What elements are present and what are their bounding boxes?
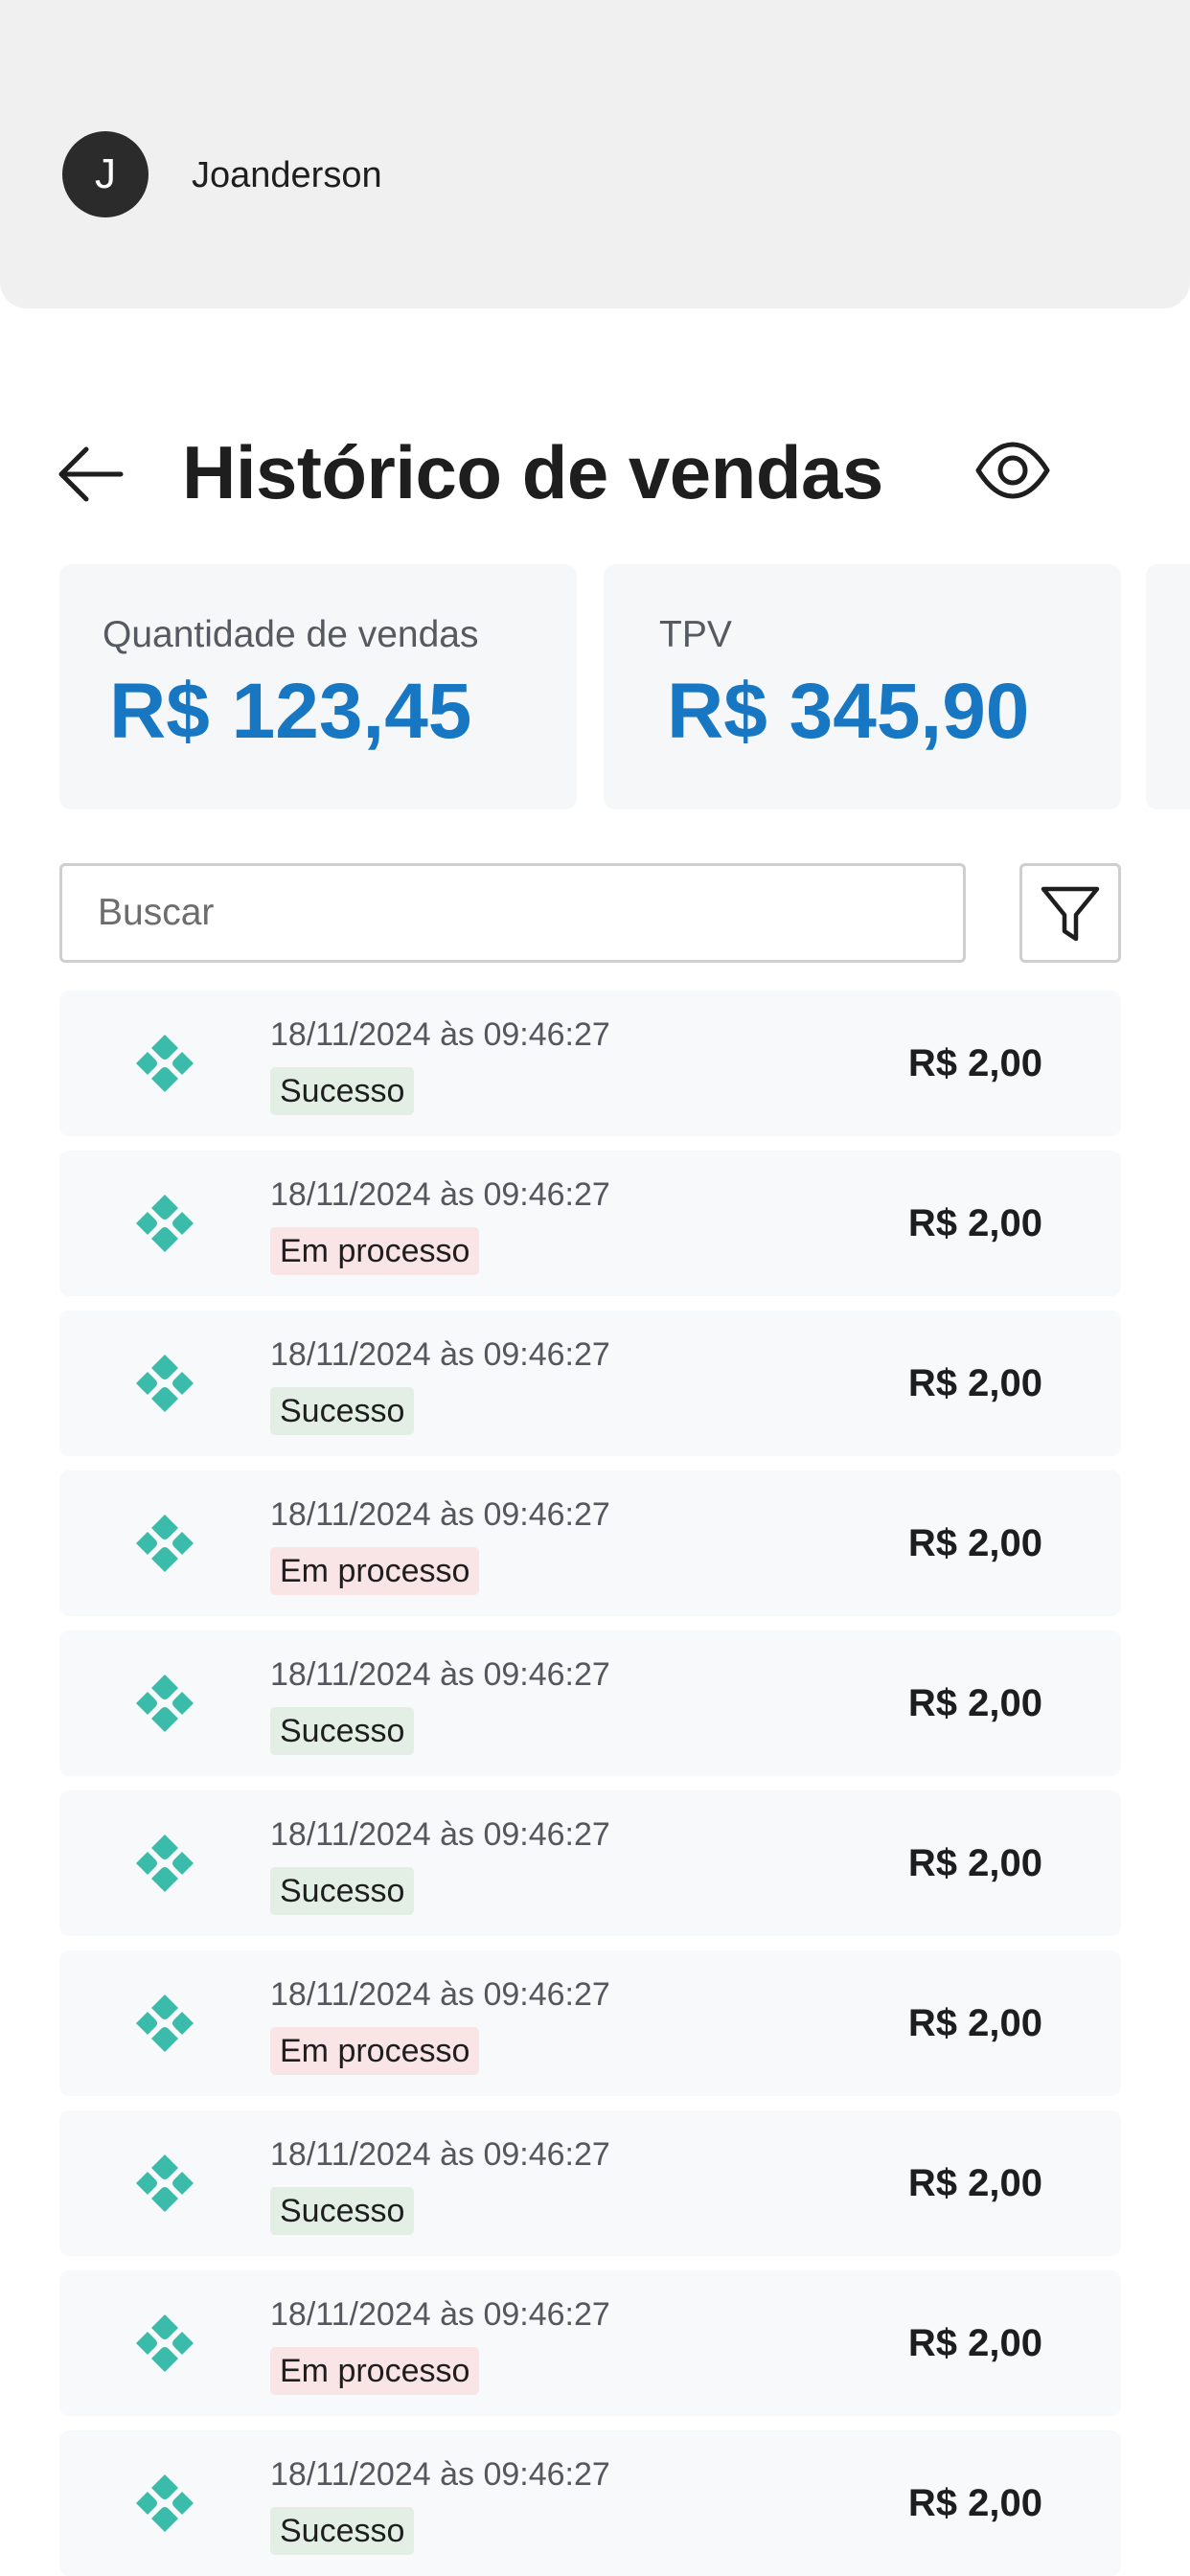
user-name: Joanderson [192,155,382,195]
transaction-date: 18/11/2024 às 09:46:27 [270,1976,610,2013]
summary-label: Quantidade de vendas [103,614,479,655]
transaction-date: 18/11/2024 às 09:46:27 [270,1496,610,1533]
pix-icon [136,1995,194,2052]
transaction-amount: R$ 2,00 [907,1682,1042,1724]
pix-icon [136,1675,194,1732]
summary-card-tpv: TPV R$ 345,90 [604,564,1121,809]
summary-value: R$ 345,90 [667,668,1030,755]
pix-icon [136,1035,194,1092]
transaction-amount: R$ 2,00 [907,1202,1042,1244]
summary-card-sales-quantity: Quantidade de vendas R$ 123,45 [59,564,577,809]
transaction-row[interactable]: 18/11/2024 às 09:46:27 Sucesso R$ 2,00 [59,2110,1121,2256]
status-badge: Em processo [270,2347,480,2395]
transaction-row[interactable]: 18/11/2024 às 09:46:27 Em processo R$ 2,00 [59,1151,1121,1296]
status-badge: Sucesso [270,1067,415,1115]
pix-icon [136,1195,194,1252]
transaction-date: 18/11/2024 às 09:46:27 [270,2296,610,2333]
transaction-date: 18/11/2024 às 09:46:27 [270,2456,610,2493]
summary-value: R$ 123,45 [109,668,472,755]
status-badge: Sucesso [270,1707,415,1755]
status-badge: Sucesso [270,2507,415,2555]
transaction-date: 18/11/2024 às 09:46:27 [270,1016,610,1053]
transaction-row[interactable]: 18/11/2024 às 09:46:27 Sucesso R$ 2,00 [59,1311,1121,1456]
summary-card-next[interactable] [1146,564,1190,809]
status-badge: Sucesso [270,1867,415,1915]
pix-icon [136,1835,194,1892]
arrow-left-icon [58,446,124,502]
transaction-date: 18/11/2024 às 09:46:27 [270,1816,610,1853]
filter-button[interactable] [1019,863,1121,963]
status-badge: Em processo [270,2027,480,2075]
eye-icon [975,442,1050,499]
status-badge: Sucesso [270,2187,415,2235]
transaction-date: 18/11/2024 às 09:46:27 [270,2136,610,2173]
pix-icon [136,2154,194,2212]
toggle-visibility-button[interactable] [973,439,1052,502]
transaction-amount: R$ 2,00 [907,2162,1042,2204]
pix-icon [136,1515,194,1572]
transaction-row[interactable]: 18/11/2024 às 09:46:27 Sucesso R$ 2,00 [59,2430,1121,2576]
pix-icon [136,2314,194,2372]
status-badge: Em processo [270,1547,480,1595]
avatar[interactable]: J [62,131,149,217]
transaction-row[interactable]: 18/11/2024 às 09:46:27 Em processo R$ 2,00 [59,1950,1121,2096]
status-badge: Sucesso [270,1387,415,1435]
transaction-amount: R$ 2,00 [907,2002,1042,2044]
transaction-amount: R$ 2,00 [907,1522,1042,1564]
transaction-row[interactable]: 18/11/2024 às 09:46:27 Em processo R$ 2,00 [59,1470,1121,1616]
filter-icon [1041,886,1100,942]
transaction-row[interactable]: 18/11/2024 às 09:46:27 Sucesso R$ 2,00 [59,1630,1121,1776]
transaction-amount: R$ 2,00 [907,1842,1042,1884]
transaction-date: 18/11/2024 às 09:46:27 [270,1656,610,1693]
top-header: J Joanderson [0,0,1190,308]
transaction-row[interactable]: 18/11/2024 às 09:46:27 Sucesso R$ 2,00 [59,991,1121,1136]
pix-icon [136,2474,194,2532]
pix-icon [136,1355,194,1412]
transaction-amount: R$ 2,00 [907,2482,1042,2524]
transaction-date: 18/11/2024 às 09:46:27 [270,1176,610,1213]
transaction-amount: R$ 2,00 [907,1362,1042,1404]
transaction-row[interactable]: 18/11/2024 às 09:46:27 Sucesso R$ 2,00 [59,1790,1121,1936]
search-input[interactable] [59,863,966,963]
page-title: Histórico de vendas [182,430,883,514]
status-badge: Em processo [270,1227,480,1275]
transaction-amount: R$ 2,00 [907,1042,1042,1084]
summary-label: TPV [659,614,732,655]
transaction-date: 18/11/2024 às 09:46:27 [270,1336,610,1373]
transaction-amount: R$ 2,00 [907,2322,1042,2364]
back-button[interactable] [56,443,125,506]
transaction-row[interactable]: 18/11/2024 às 09:46:27 Em processo R$ 2,00 [59,2270,1121,2416]
